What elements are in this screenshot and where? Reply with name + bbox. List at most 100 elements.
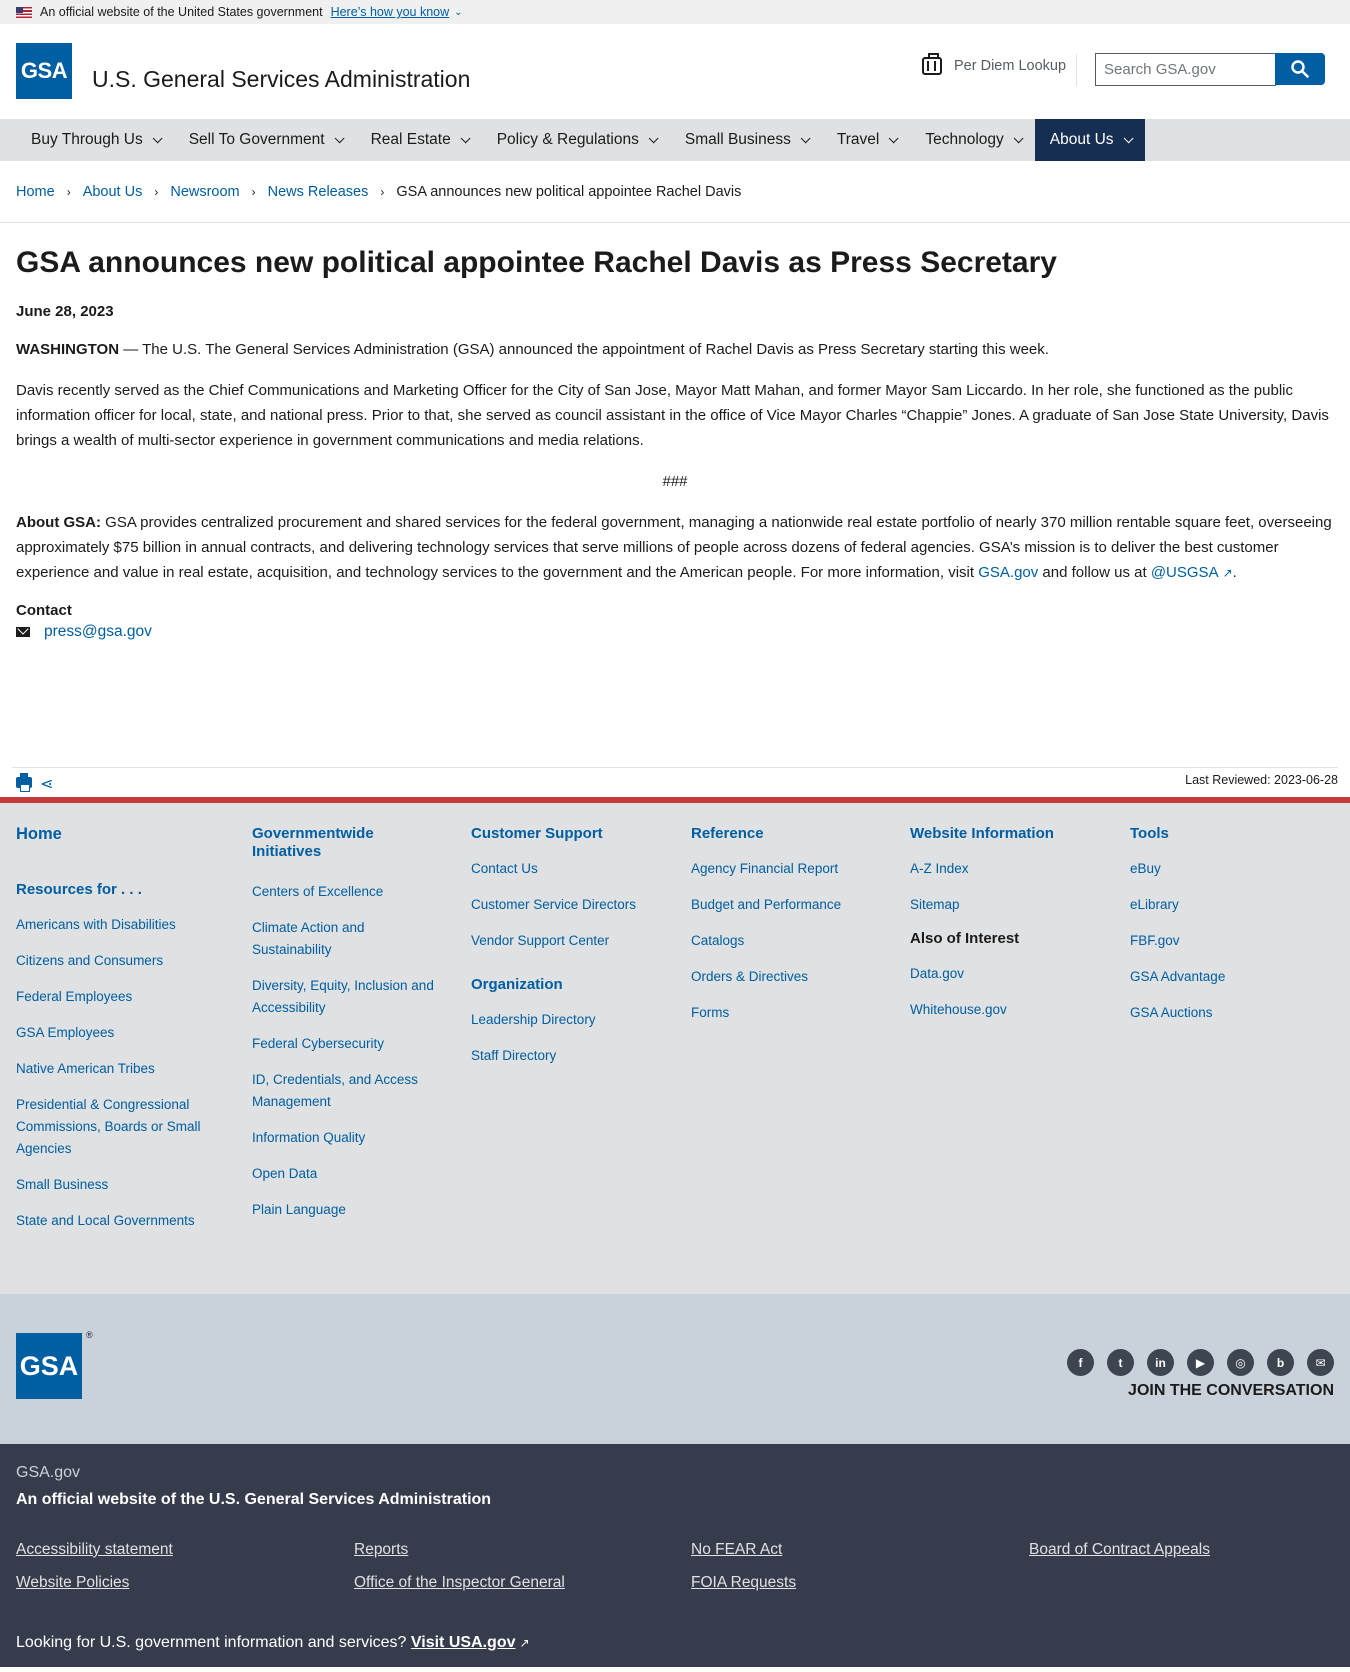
chevron-down-icon	[1013, 132, 1024, 143]
contact-email-row: press@gsa.gov	[16, 623, 1334, 641]
footer-link[interactable]: Data.gov	[910, 963, 1110, 985]
footer-link[interactable]: GSA Employees	[16, 1022, 216, 1044]
footer-link[interactable]: Small Business	[16, 1174, 216, 1196]
breadcrumb: Home › About Us › Newsroom › News Releas…	[0, 161, 1350, 223]
site-title[interactable]: U.S. General Services Administration	[92, 66, 470, 93]
chevron-down-icon[interactable]: ⌄	[454, 7, 462, 18]
footer-link[interactable]: eBuy	[1130, 858, 1330, 880]
share-icon[interactable]: ⋖	[40, 774, 53, 794]
inspector-general-link[interactable]: Office of the Inspector General	[354, 1574, 565, 1592]
nav-policy-regulations[interactable]: Policy & Regulations	[482, 119, 670, 161]
gsa-gov-link[interactable]: GSA.gov	[978, 564, 1038, 581]
footer-link[interactable]: Presidential & Congressional Commissions…	[16, 1094, 216, 1160]
footer-link[interactable]: Vendor Support Center	[471, 930, 671, 952]
footer-gsa-logo[interactable]: GSA	[16, 1333, 82, 1399]
footer-link[interactable]: Open Data	[252, 1163, 442, 1185]
about-mid-text: and follow us at	[1038, 564, 1151, 581]
article-separator: ###	[662, 473, 688, 490]
footer-link[interactable]: Information Quality	[252, 1127, 442, 1149]
external-link-icon: ↗	[519, 1636, 530, 1650]
footer-link[interactable]: Citizens and Consumers	[16, 950, 216, 972]
footer-link[interactable]: Catalogs	[691, 930, 891, 952]
email-icon[interactable]: ✉	[1307, 1349, 1334, 1376]
footer-link[interactable]: Agency Financial Report	[691, 858, 891, 880]
nav-travel[interactable]: Travel	[822, 119, 911, 161]
footer-heading: Tools	[1130, 825, 1169, 842]
breadcrumb-home[interactable]: Home	[16, 184, 55, 200]
search-button[interactable]	[1275, 53, 1325, 85]
footer-link[interactable]: Customer Service Directors	[471, 894, 671, 916]
footer-link[interactable]: Forms	[691, 1002, 891, 1024]
footer-link[interactable]: Sitemap	[910, 894, 1110, 916]
footer-link[interactable]: A-Z Index	[910, 858, 1110, 880]
nav-about-us[interactable]: About Us	[1034, 119, 1145, 161]
nav-label: Policy & Regulations	[496, 131, 639, 148]
footer-link[interactable]: Native American Tribes	[16, 1058, 216, 1080]
footer-link[interactable]: Centers of Excellence	[252, 881, 442, 903]
nav-small-business[interactable]: Small Business	[670, 119, 822, 161]
footer-heading: Also of Interest	[910, 930, 1020, 947]
footer-link[interactable]: Whitehouse.gov	[910, 999, 1110, 1021]
nav-sell-to-government[interactable]: Sell To Government	[174, 119, 356, 161]
article-date: June 28, 2023	[16, 303, 114, 320]
usa-gov-text: Looking for U.S. government information …	[16, 1634, 411, 1651]
footer-link[interactable]: Plain Language	[252, 1199, 442, 1221]
footer-link[interactable]: Orders & Directives	[691, 966, 891, 988]
accessibility-statement-link[interactable]: Accessibility statement	[16, 1541, 173, 1559]
no-fear-act-link[interactable]: No FEAR Act	[691, 1541, 782, 1559]
footer-link[interactable]: Leadership Directory	[471, 1009, 671, 1031]
breadcrumb-newsroom[interactable]: Newsroom	[170, 184, 239, 200]
footer-home-link[interactable]: Home	[16, 825, 216, 843]
website-policies-link[interactable]: Website Policies	[16, 1574, 129, 1592]
footer-link[interactable]: Federal Cybersecurity	[252, 1033, 442, 1055]
header-divider	[1076, 54, 1077, 86]
footer-link[interactable]: GSA Auctions	[1130, 1002, 1330, 1024]
footer-link[interactable]: State and Local Governments	[16, 1210, 216, 1232]
chevron-right-icon: ›	[251, 184, 256, 199]
footer-link[interactable]: Americans with Disabilities	[16, 914, 216, 936]
gsa-logo[interactable]: GSA	[16, 43, 72, 99]
footer-link[interactable]: Diversity, Equity, Inclusion and Accessi…	[252, 975, 442, 1019]
linkedin-icon[interactable]: in	[1147, 1349, 1174, 1376]
breadcrumb-news-releases[interactable]: News Releases	[268, 184, 369, 200]
footer-link[interactable]: FBF.gov	[1130, 930, 1330, 952]
foia-requests-link[interactable]: FOIA Requests	[691, 1574, 796, 1592]
board-of-contract-appeals-link[interactable]: Board of Contract Appeals	[1029, 1541, 1210, 1559]
nav-real-estate[interactable]: Real Estate	[356, 119, 482, 161]
footer-link[interactable]: GSA Advantage	[1130, 966, 1330, 988]
search-input[interactable]	[1095, 53, 1276, 86]
blog-icon[interactable]: b	[1267, 1349, 1294, 1376]
contact-email-link[interactable]: press@gsa.gov	[44, 623, 152, 641]
instagram-icon[interactable]: ◎	[1227, 1349, 1254, 1376]
youtube-icon[interactable]: ▶	[1187, 1349, 1214, 1376]
per-diem-lookup-link[interactable]: Per Diem Lookup	[922, 53, 1066, 75]
breadcrumb-about-us[interactable]: About Us	[83, 184, 143, 200]
article-lead: WASHINGTON — The U.S. The General Servic…	[16, 337, 1334, 362]
chevron-down-icon	[1123, 132, 1134, 143]
article: GSA announces new political appointee Ra…	[0, 223, 1350, 641]
nav-technology[interactable]: Technology	[910, 119, 1034, 161]
footer-link[interactable]: Contact Us	[471, 858, 671, 880]
footer-link[interactable]: eLibrary	[1130, 894, 1330, 916]
heres-how-you-know-link[interactable]: Here’s how you know	[331, 5, 450, 19]
about-gsa-paragraph: About GSA: GSA provides centralized proc…	[16, 510, 1334, 586]
usa-gov-row: Looking for U.S. government information …	[16, 1634, 530, 1652]
social-links: f t in ▶ ◎ b ✉	[1067, 1349, 1334, 1376]
footer-link[interactable]: Federal Employees	[16, 986, 216, 1008]
envelope-icon	[16, 627, 30, 637]
nav-buy-through-us[interactable]: Buy Through Us	[16, 119, 174, 161]
footer-heading: Organization	[471, 976, 563, 993]
site-header: GSA U.S. General Services Administration…	[0, 24, 1350, 119]
facebook-icon[interactable]: f	[1067, 1349, 1094, 1376]
usgsa-link[interactable]: @USGSA	[1151, 564, 1219, 581]
footer-link[interactable]: Budget and Performance	[691, 894, 891, 916]
reports-link[interactable]: Reports	[354, 1541, 408, 1559]
print-icon[interactable]	[16, 773, 32, 792]
chevron-down-icon	[460, 132, 471, 143]
twitter-icon[interactable]: t	[1107, 1349, 1134, 1376]
footer-link[interactable]: Staff Directory	[471, 1045, 671, 1067]
visit-usa-gov-link[interactable]: Visit USA.gov	[411, 1634, 516, 1651]
footer-link[interactable]: ID, Credentials, and Access Management	[252, 1069, 442, 1113]
footer-link[interactable]: Climate Action and Sustainability	[252, 917, 442, 961]
